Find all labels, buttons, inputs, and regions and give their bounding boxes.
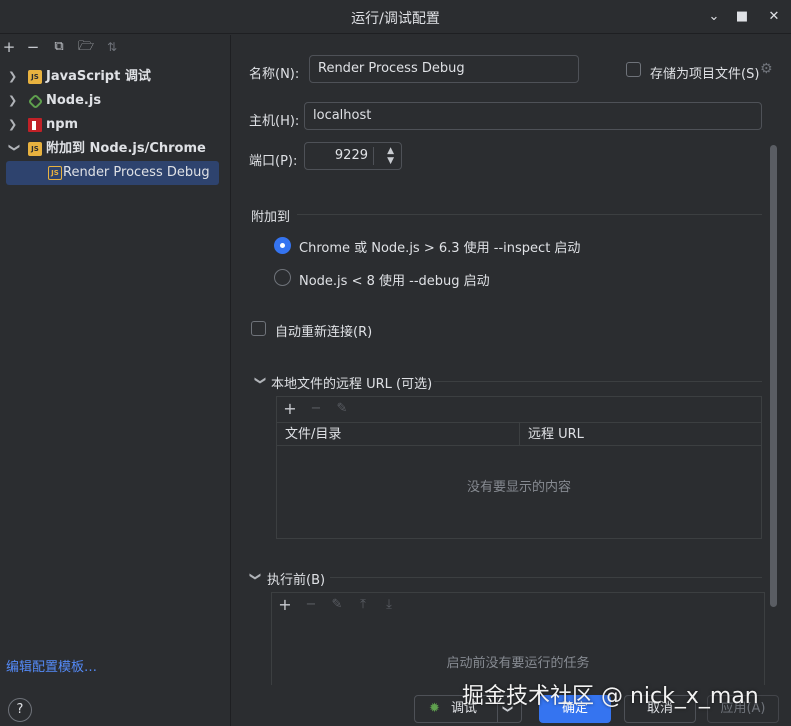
remote-urls-title[interactable]: 本地文件的远程 URL (可选) [271, 373, 432, 392]
auto-reconnect-checkbox[interactable] [251, 321, 266, 336]
chevron-down-icon[interactable]: ❯ [254, 376, 267, 385]
host-label: 主机(H): [249, 114, 300, 129]
tree-item-label: Node.js [46, 93, 102, 108]
bug-icon: ✹ [429, 701, 440, 716]
sort-icon[interactable]: ⇅ [103, 37, 121, 57]
before-launch-list: + − ✎ ⤒ ⤓ 启动前没有要运行的任务 [271, 592, 765, 692]
edit-icon[interactable]: ✎ [331, 397, 353, 421]
section-divider [434, 381, 762, 382]
tree-item-label: 附加到 Node.js/Chrome [46, 141, 206, 156]
tree-item-javascript-debug[interactable]: ❯ JS JavaScript 调试 [0, 65, 231, 89]
empty-list-text: 启动前没有要运行的任务 [446, 656, 590, 671]
new-folder-icon[interactable]: 🗁 [77, 37, 95, 57]
configuration-sidebar: + − ⧉ 🗁 ⇅ ❯ JS JavaScript 调试 ❯ Node.js ❯… [0, 35, 231, 726]
store-as-file-checkbox[interactable] [626, 62, 641, 77]
nodejs-icon [27, 93, 44, 110]
add-icon[interactable]: + [279, 397, 301, 421]
name-input[interactable]: Render Process Debug [309, 55, 579, 83]
empty-table-text: 没有要显示的内容 [466, 480, 571, 495]
before-launch-title[interactable]: 执行前(B) [267, 569, 325, 588]
chevron-right-icon[interactable]: ❯ [8, 65, 20, 89]
chevron-down-icon[interactable]: ▼ [387, 148, 394, 174]
tree-item-label: Render Process Debug [63, 165, 210, 180]
remove-icon[interactable]: − [300, 593, 322, 617]
chevron-down-icon[interactable]: ❯ [249, 572, 262, 581]
npm-icon [28, 118, 42, 132]
move-down-icon[interactable]: ⤓ [378, 593, 400, 617]
move-up-icon[interactable]: ⤒ [352, 593, 374, 617]
port-value: 9229 [334, 148, 368, 163]
tree-item-attach-nodejs-chrome[interactable]: ❯ JS 附加到 Node.js/Chrome [0, 137, 231, 161]
configuration-form: 名称(N): Render Process Debug 存储为项目文件(S) ⚙… [232, 35, 791, 692]
window-title: 运行/调试配置 [351, 11, 440, 27]
close-icon[interactable]: ✕ [763, 6, 785, 28]
tree-item-npm[interactable]: ❯ npm [0, 113, 231, 137]
name-label: 名称(N): [249, 67, 300, 82]
maximize-icon[interactable]: ■ [731, 6, 753, 28]
stepper-divider [373, 147, 374, 165]
copy-icon[interactable]: ⧉ [50, 37, 68, 57]
tree-item-label: JavaScript 调试 [46, 69, 151, 84]
help-button[interactable]: ? [8, 698, 32, 722]
vertical-scrollbar[interactable] [770, 145, 777, 607]
remote-urls-table: + − ✎ 文件/目录 远程 URL 没有要显示的内容 [276, 396, 762, 539]
auto-reconnect-label: 自动重新连接(R) [275, 325, 373, 340]
attach-section-title: 附加到 [251, 210, 291, 225]
javascript-icon: JS [28, 142, 42, 156]
section-divider [330, 577, 762, 578]
inspect-radio[interactable] [274, 237, 291, 254]
gear-icon[interactable]: ⚙ [760, 61, 773, 77]
add-icon[interactable]: + [274, 593, 296, 617]
edit-templates-link[interactable]: 编辑配置模板… [6, 656, 97, 675]
javascript-icon: JS [28, 70, 42, 84]
chevron-down-icon[interactable]: ⌄ [703, 6, 725, 28]
chevron-down-icon[interactable]: ❯ [2, 143, 26, 155]
debug-radio[interactable] [274, 269, 291, 286]
column-header-file[interactable]: 文件/目录 [277, 422, 519, 446]
title-bar: 运行/调试配置 ⌄ ■ ✕ [0, 0, 791, 34]
edit-icon[interactable]: ✎ [326, 593, 348, 617]
add-icon[interactable]: + [0, 37, 18, 57]
port-label: 端口(P): [249, 154, 298, 169]
column-header-remote-url[interactable]: 远程 URL [519, 422, 761, 446]
remove-icon[interactable]: − [24, 37, 42, 57]
debug-option-label: Node.js < 8 使用 --debug 启动 [299, 274, 490, 289]
remove-icon[interactable]: − [305, 397, 327, 421]
store-as-file-label: 存储为项目文件(S) [650, 67, 760, 82]
port-stepper[interactable]: 9229 ▲ ▼ [304, 142, 402, 170]
tree-item-label: npm [46, 117, 79, 132]
tree-item-render-process-debug[interactable]: JS Render Process Debug [6, 161, 219, 185]
javascript-icon: JS [48, 166, 62, 180]
chevron-right-icon[interactable]: ❯ [8, 113, 20, 137]
host-input[interactable]: localhost [304, 102, 762, 130]
chevron-right-icon[interactable]: ❯ [8, 89, 20, 113]
watermark-text: 掘金技术社区 @ nick_x_man [462, 684, 759, 709]
tree-item-nodejs[interactable]: ❯ Node.js [0, 89, 231, 113]
section-divider [297, 214, 762, 215]
inspect-option-label: Chrome 或 Node.js > 6.3 使用 --inspect 启动 [299, 241, 581, 256]
